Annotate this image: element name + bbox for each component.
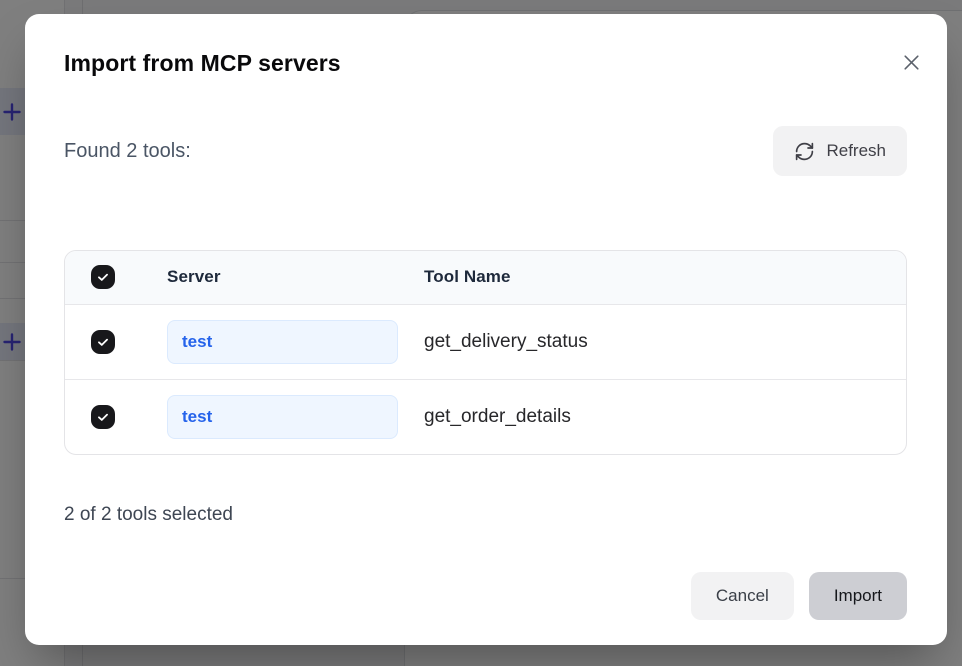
row-checkbox[interactable] — [91, 330, 115, 354]
refresh-icon — [794, 141, 815, 162]
import-button[interactable]: Import — [809, 572, 907, 620]
check-icon — [96, 410, 110, 424]
server-badge: test — [167, 395, 398, 439]
server-name: test — [182, 407, 212, 427]
import-mcp-dialog: Import from MCP servers Found 2 tools: R… — [25, 14, 947, 645]
dialog-title: Import from MCP servers — [64, 48, 907, 78]
table-row: test get_order_details — [65, 379, 906, 454]
table-row: test get_delivery_status — [65, 304, 906, 379]
close-button[interactable] — [899, 50, 923, 74]
tool-name: get_order_details — [424, 406, 571, 427]
refresh-label: Refresh — [826, 141, 886, 161]
table-header-row: Server Tool Name — [65, 251, 906, 304]
refresh-button[interactable]: Refresh — [773, 126, 907, 176]
cancel-button[interactable]: Cancel — [691, 572, 794, 620]
check-icon — [96, 335, 110, 349]
found-tools-text: Found 2 tools: — [64, 140, 191, 163]
select-all-checkbox[interactable] — [91, 265, 115, 289]
tool-name: get_delivery_status — [424, 331, 588, 352]
column-header-server: Server — [167, 251, 424, 304]
selection-summary: 2 of 2 tools selected — [64, 502, 907, 527]
server-badge: test — [167, 320, 398, 364]
close-icon — [901, 52, 922, 73]
dialog-footer: Cancel Import — [64, 572, 907, 620]
tools-table: Server Tool Name test — [64, 250, 907, 455]
row-checkbox[interactable] — [91, 405, 115, 429]
check-icon — [96, 270, 110, 284]
server-name: test — [182, 332, 212, 352]
found-row: Found 2 tools: Refresh — [64, 126, 907, 176]
column-header-tool-name: Tool Name — [424, 251, 906, 304]
